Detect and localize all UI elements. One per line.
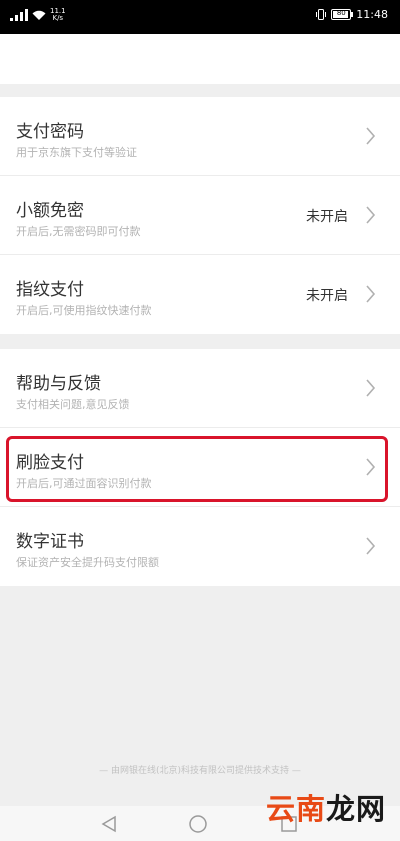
row-digital-certificate[interactable]: 数字证书 保证资产安全提升码支付限额: [0, 507, 400, 586]
row-subtitle: 开启后,可通过面容识别付款: [16, 477, 152, 490]
row-face-pay[interactable]: 刷脸支付 开启后,可通过面容识别付款: [0, 428, 400, 507]
camera-notch: [96, 0, 304, 30]
footer-credit: — 由网银在线(北京)科技有限公司提供技术支持 —: [99, 766, 301, 776]
status-bar: 11.1 K/s 80 11:48: [0, 0, 400, 34]
battery-icon: 80: [331, 9, 354, 20]
chevron-right-icon: [366, 285, 376, 303]
settings-section-2: 帮助与反馈 支付相关问题,意见反馈 刷脸支付 开启后,可通过面容识别付款 数字证…: [0, 349, 400, 586]
chevron-right-icon: [366, 537, 376, 555]
row-subtitle: 开启后,无需密码即可付款: [16, 225, 141, 238]
row-subtitle: 支付相关问题,意见反馈: [16, 398, 130, 411]
signal-icon: [10, 9, 28, 21]
back-icon[interactable]: [100, 815, 118, 833]
row-title: 帮助与反馈: [16, 374, 101, 394]
clock: 11:48: [356, 8, 388, 21]
chevron-right-icon: [366, 379, 376, 397]
status-left: 11.1 K/s: [10, 8, 66, 22]
row-title: 小额免密: [16, 201, 84, 221]
row-subtitle: 用于京东旗下支付等验证: [16, 146, 137, 159]
home-icon[interactable]: [188, 814, 208, 834]
chevron-right-icon: [366, 458, 376, 476]
wifi-icon: [32, 10, 46, 20]
row-subtitle: 开启后,可使用指纹快速付款: [16, 304, 152, 317]
row-title: 数字证书: [16, 532, 84, 552]
row-small-amount-free[interactable]: 小额免密 开启后,无需密码即可付款 未开启: [0, 176, 400, 255]
row-fingerprint-pay[interactable]: 指纹支付 开启后,可使用指纹快速付款 未开启: [0, 255, 400, 334]
row-subtitle: 保证资产安全提升码支付限额: [16, 556, 159, 569]
watermark-logo: 云南龙网: [265, 792, 386, 826]
network-speed: 11.1 K/s: [50, 7, 66, 22]
row-payment-password[interactable]: 支付密码 用于京东旗下支付等验证: [0, 97, 400, 176]
row-title: 指纹支付: [16, 280, 84, 300]
chevron-right-icon: [366, 127, 376, 145]
settings-section-1: 支付密码 用于京东旗下支付等验证 小额免密 开启后,无需密码即可付款 未开启 指…: [0, 97, 400, 334]
chevron-right-icon: [366, 206, 376, 224]
header-area: [0, 34, 400, 84]
vibrate-icon: [316, 9, 327, 20]
row-status: 未开启: [306, 209, 348, 225]
row-title: 刷脸支付: [16, 453, 84, 473]
status-right: 80 11:48: [316, 8, 388, 21]
row-status: 未开启: [306, 288, 348, 304]
battery-level: 80: [336, 9, 346, 17]
row-title: 支付密码: [16, 122, 84, 142]
row-help-feedback[interactable]: 帮助与反馈 支付相关问题,意见反馈: [0, 349, 400, 428]
